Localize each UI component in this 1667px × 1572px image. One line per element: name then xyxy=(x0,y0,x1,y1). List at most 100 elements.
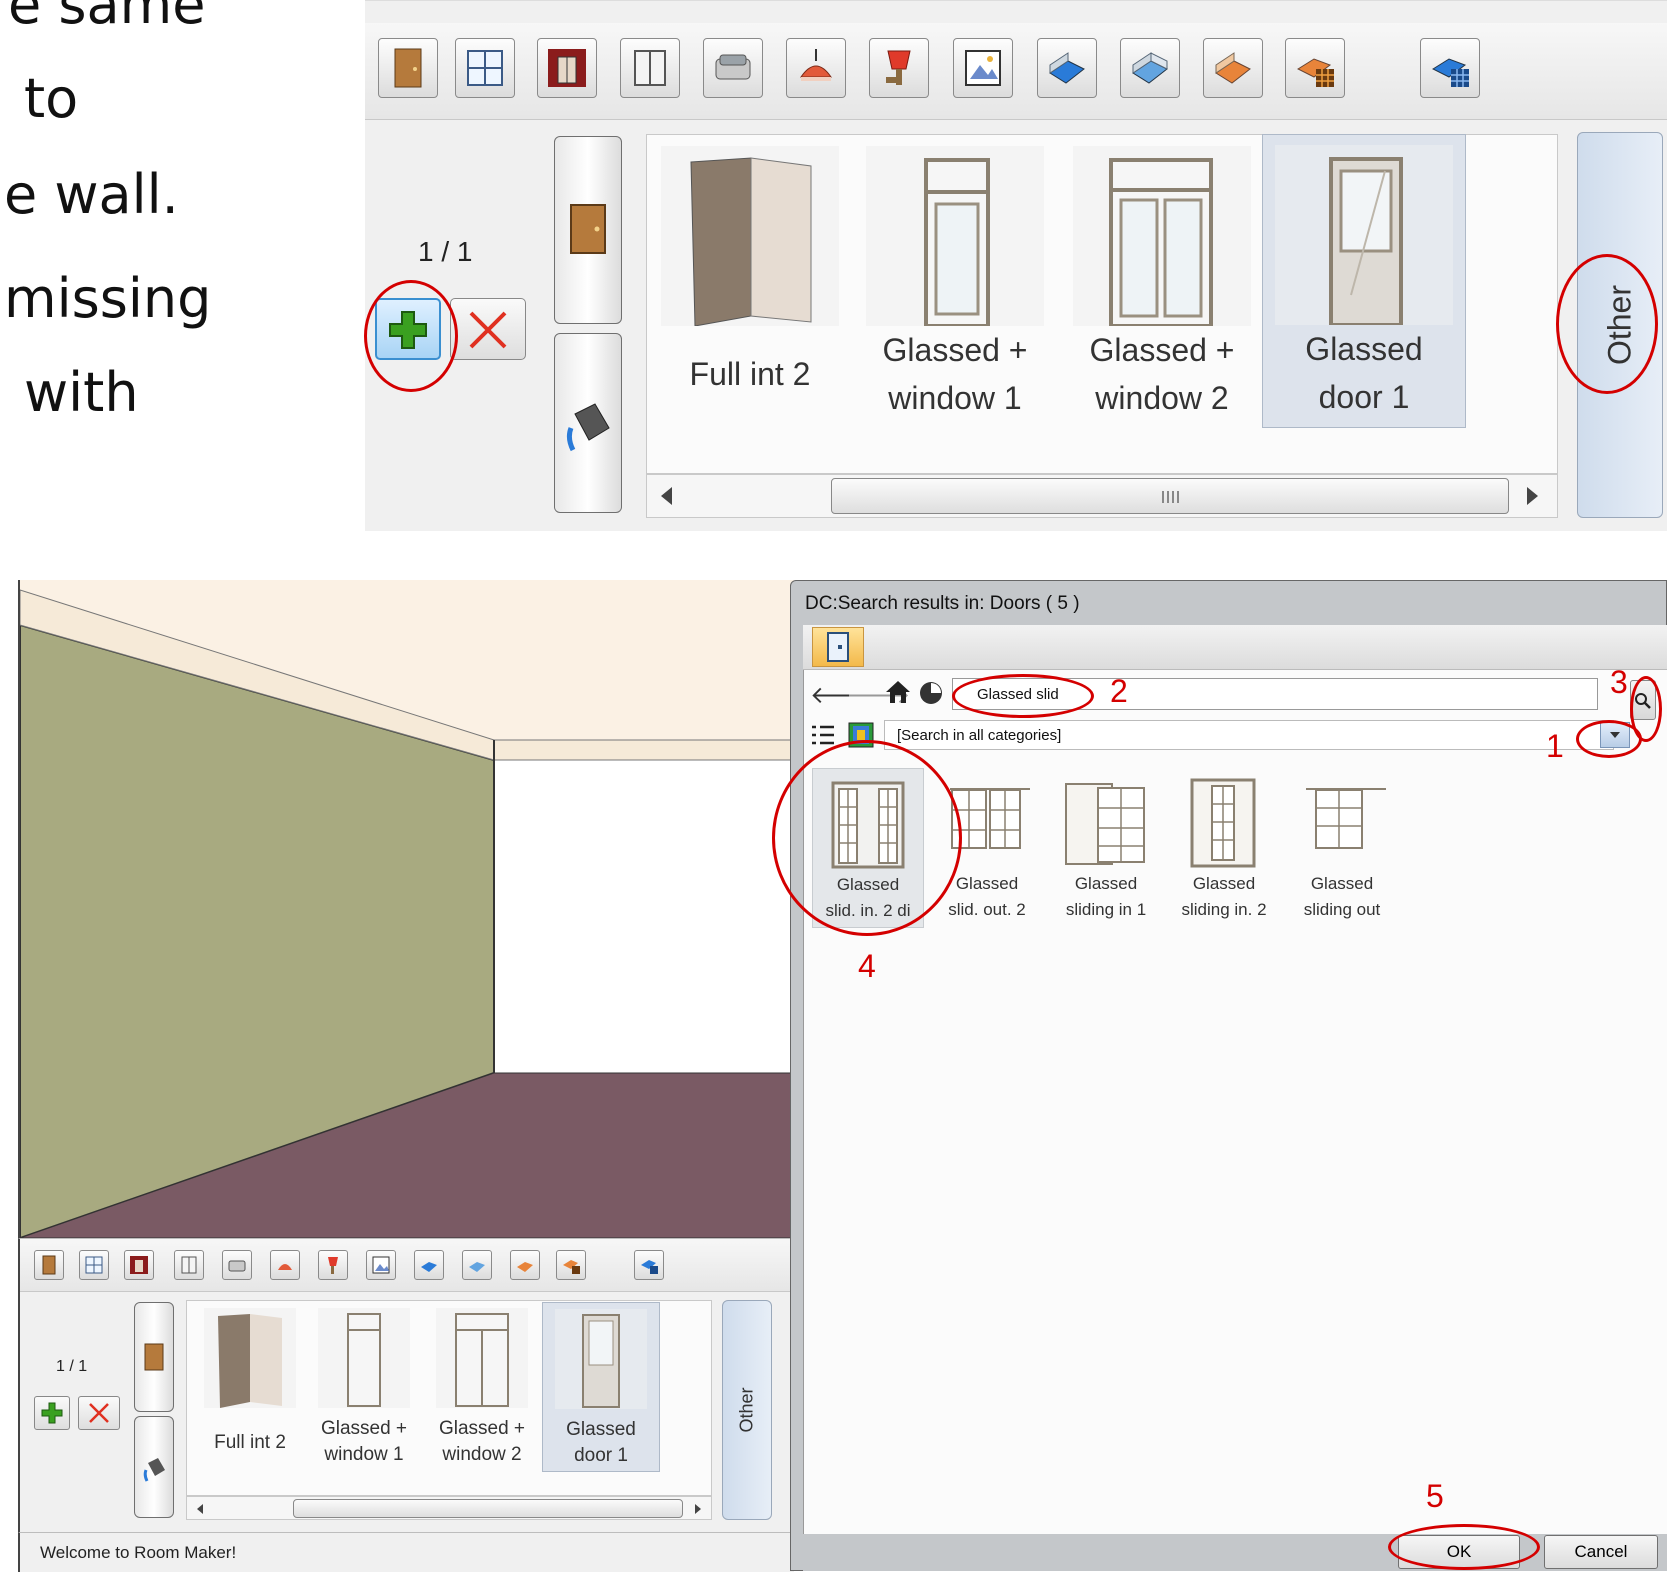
category-doors-button[interactable] xyxy=(554,136,622,324)
door-thumbnail xyxy=(1306,788,1386,849)
door-thumbnail xyxy=(555,1309,647,1409)
room-render xyxy=(20,580,794,1238)
scroll-left-arrow-icon[interactable] xyxy=(197,1504,203,1514)
paint-bucket-button[interactable] xyxy=(554,333,622,513)
slide-text-line-4: missing xyxy=(4,267,212,330)
tile-label-line2: window 2 xyxy=(442,1444,522,1465)
slide-text-line-2: to xyxy=(24,67,79,130)
floor-plan-icon[interactable] xyxy=(414,1250,444,1280)
floor-plan-2-icon[interactable] xyxy=(462,1250,492,1280)
category-strip xyxy=(803,625,1667,670)
wall-lamp-icon[interactable] xyxy=(869,38,929,98)
history-icon[interactable] xyxy=(918,680,944,706)
remove-button-small[interactable] xyxy=(78,1396,120,1430)
add-button-small[interactable] xyxy=(34,1396,70,1430)
tile-full-int-2[interactable]: Full int 2 xyxy=(650,140,850,430)
cabinet-icon[interactable] xyxy=(174,1250,204,1280)
ceiling-lamp-icon[interactable] xyxy=(786,38,846,98)
other-tab-small[interactable]: Other xyxy=(722,1300,772,1520)
category-door-tab[interactable] xyxy=(812,627,864,667)
room-orange-icon[interactable] xyxy=(1203,38,1263,98)
room-blue-grid-icon[interactable] xyxy=(634,1250,664,1280)
tile-label-line1: Glassed + xyxy=(882,332,1028,368)
page-indicator-small: 1 / 1 xyxy=(56,1358,88,1375)
result-label-line2: sliding in. 2 xyxy=(1181,900,1267,919)
tile-label-line2: window 1 xyxy=(324,1444,404,1465)
room-grid-icon[interactable] xyxy=(1285,38,1345,98)
door-thumbnail xyxy=(866,146,1044,328)
floor-plan-2-icon[interactable] xyxy=(1120,38,1180,98)
dialog-inner xyxy=(803,625,1667,1535)
page-indicator: 1 / 1 xyxy=(418,236,473,267)
tile-full-int-2-small[interactable]: Full int 2 xyxy=(196,1304,304,1472)
slide-text-line-5: with xyxy=(24,361,139,424)
picture-icon[interactable] xyxy=(953,38,1013,98)
annotation-ring-dropdown xyxy=(1576,720,1642,758)
slide-text-line-1: e same xyxy=(8,0,206,36)
tile-glassed-window-2[interactable]: Glassed + window 2 xyxy=(1062,140,1262,430)
annotation-ring-add xyxy=(364,280,458,392)
result-item[interactable]: Glassed sliding in. 2 xyxy=(1168,768,1280,928)
door-thumbnail xyxy=(1073,146,1251,328)
horizontal-scrollbar[interactable] xyxy=(646,474,1558,518)
tile-glassed-window-1[interactable]: Glassed + window 1 xyxy=(855,140,1055,430)
scroll-right-arrow-icon[interactable] xyxy=(1527,487,1538,505)
result-label-line2: slid. out. 2 xyxy=(948,900,1026,919)
paint-bucket-button-small[interactable] xyxy=(134,1416,174,1518)
scroll-thumb[interactable] xyxy=(831,478,1509,514)
sofa-icon[interactable] xyxy=(222,1250,252,1280)
tile-glassed-window-1-small[interactable]: Glassed + window 1 xyxy=(308,1304,420,1472)
tile-glassed-door-1[interactable]: Glassed door 1 xyxy=(1262,134,1466,428)
door-thumbnail xyxy=(318,1308,410,1408)
room-viewport[interactable] xyxy=(18,580,794,1238)
door-icon[interactable] xyxy=(34,1250,64,1280)
status-bar: Welcome to Room Maker! xyxy=(18,1532,794,1572)
wall-texture-icon[interactable] xyxy=(537,38,597,98)
scroll-right-arrow-icon[interactable] xyxy=(695,1504,701,1514)
tile-label-line2: window 2 xyxy=(1095,380,1229,416)
room-orange-icon[interactable] xyxy=(510,1250,540,1280)
annotation-number-2: 2 xyxy=(1110,673,1128,709)
door-thumbnail xyxy=(204,1308,296,1408)
list-view-icon[interactable] xyxy=(810,722,836,748)
cabinet-icon[interactable] xyxy=(620,38,680,98)
door-icon[interactable] xyxy=(378,38,438,98)
door-thumbnail xyxy=(661,146,839,327)
category-doors-button-small[interactable] xyxy=(134,1302,174,1412)
scroll-thumb[interactable] xyxy=(293,1499,683,1518)
tile-glassed-window-2-small[interactable]: Glassed + window 2 xyxy=(426,1304,538,1472)
category-select-value: [Search in all categories] xyxy=(897,727,1062,744)
category-select[interactable]: [Search in all categories] xyxy=(884,720,1614,750)
result-item[interactable]: Glassed sliding in 1 xyxy=(1050,768,1162,928)
dialog-title: DC:Search results in: Doors ( 5 ) xyxy=(805,593,1080,614)
tile-glassed-door-1-small[interactable]: Glassed door 1 xyxy=(542,1302,660,1472)
cancel-button[interactable]: Cancel xyxy=(1544,1535,1658,1569)
paint-bucket-icon xyxy=(566,403,610,452)
picture-icon[interactable] xyxy=(366,1250,396,1280)
wall-texture-icon[interactable] xyxy=(124,1250,154,1280)
home-icon[interactable] xyxy=(884,678,912,706)
ceiling-lamp-icon[interactable] xyxy=(270,1250,300,1280)
sofa-icon[interactable] xyxy=(703,38,763,98)
result-item[interactable]: Glassed sliding out xyxy=(1286,768,1398,928)
window-icon[interactable] xyxy=(455,38,515,98)
delete-x-icon xyxy=(469,311,507,349)
tile-label: Full int 2 xyxy=(689,356,811,392)
scroll-left-arrow-icon[interactable] xyxy=(661,487,672,505)
wall-lamp-icon[interactable] xyxy=(318,1250,348,1280)
window-icon[interactable] xyxy=(79,1250,109,1280)
room-blue-grid-icon[interactable] xyxy=(1420,38,1480,98)
door-thumbnail xyxy=(436,1308,528,1408)
remove-button[interactable] xyxy=(450,298,526,360)
tile-label-line1: Glassed + xyxy=(438,1418,526,1439)
annotation-number-4: 4 xyxy=(858,948,876,984)
result-label-line1: Glassed xyxy=(1192,874,1256,893)
result-label-line1: Glassed xyxy=(1310,874,1374,893)
horizontal-scrollbar-small[interactable] xyxy=(186,1496,712,1520)
slide-text-line-3: e wall. xyxy=(4,163,179,226)
door-thumbnail xyxy=(1275,145,1453,327)
room-grid-icon[interactable] xyxy=(556,1250,586,1280)
plus-icon xyxy=(41,1402,63,1424)
tile-label-line1: Glassed + xyxy=(1089,332,1235,368)
floor-plan-icon[interactable] xyxy=(1037,38,1097,98)
